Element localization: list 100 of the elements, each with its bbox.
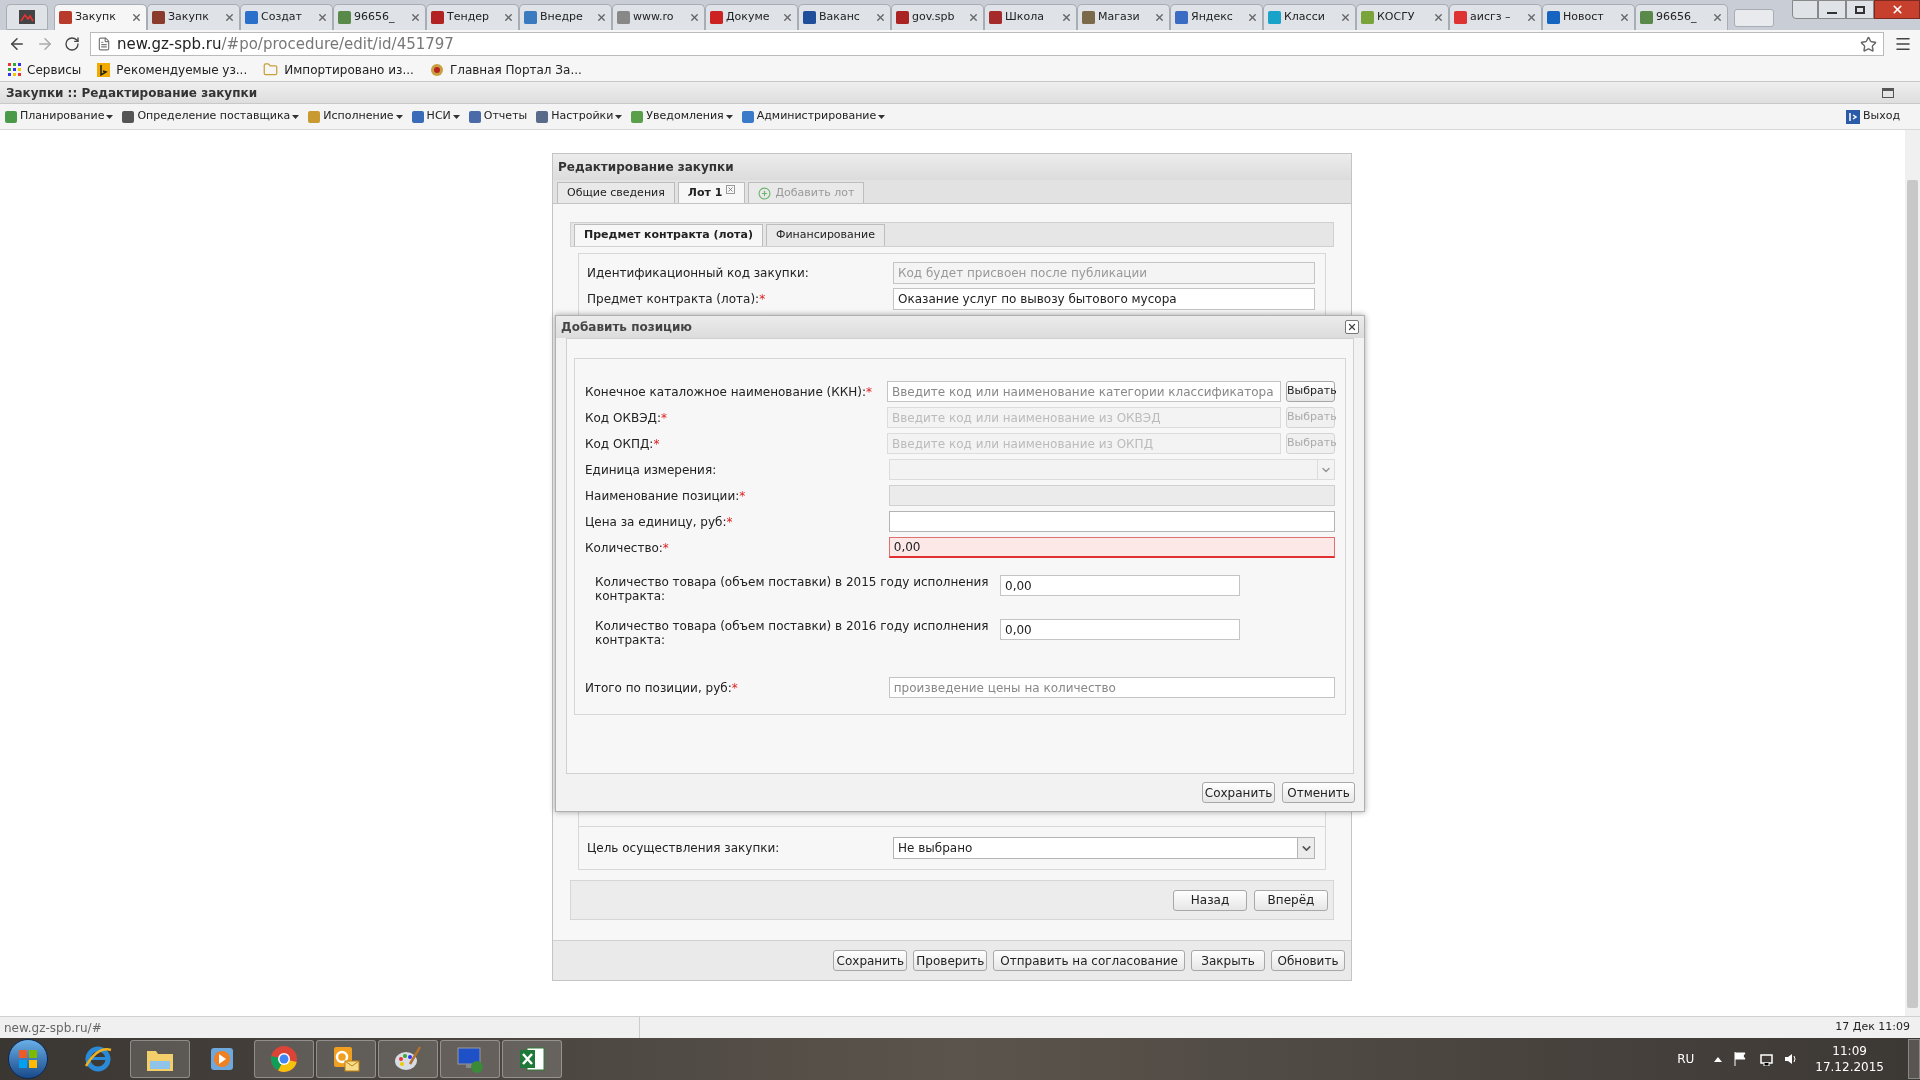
close-icon[interactable]: [1712, 12, 1723, 23]
browser-tab[interactable]: Докуме: [705, 4, 798, 30]
mail-icon[interactable]: [331, 1044, 361, 1074]
browser-tab[interactable]: аисгз –: [1449, 4, 1542, 30]
start-button[interactable]: [8, 1039, 48, 1079]
speaker-icon[interactable]: [1785, 1053, 1798, 1065]
browser-tab[interactable]: Создат: [240, 4, 333, 30]
browser-tab[interactable]: Магази: [1077, 4, 1170, 30]
bookmark-item[interactable]: Главная Портал За...: [429, 60, 582, 79]
close-icon[interactable]: [875, 12, 886, 23]
spreadsheet-icon[interactable]: [517, 1044, 547, 1074]
section-tab[interactable]: Предмет контракта (лота): [574, 224, 763, 246]
browser-icon[interactable]: [83, 1044, 113, 1074]
total-field[interactable]: произведение цены на количество: [888, 677, 1335, 698]
chrome-icon[interactable]: [269, 1044, 299, 1074]
close-icon[interactable]: [596, 12, 607, 23]
browser-tab[interactable]: КОСГУ: [1356, 4, 1449, 30]
scrollbar[interactable]: [1905, 130, 1920, 1016]
panel-tab[interactable]: Общие сведения: [557, 182, 675, 203]
browser-tab[interactable]: Закупк: [54, 4, 147, 30]
menu-item[interactable]: Администрирование: [740, 108, 886, 125]
action-button[interactable]: Сохранить: [833, 950, 908, 971]
browser-tab[interactable]: gov.spb: [891, 4, 984, 30]
browser-tab[interactable]: 96656_: [1635, 4, 1728, 30]
menu-item[interactable]: Исполнение: [307, 108, 403, 125]
browser-tab[interactable]: Школа: [984, 4, 1077, 30]
reload-icon[interactable]: [64, 36, 80, 52]
play-icon[interactable]: [208, 1045, 236, 1073]
quantity-field[interactable]: 0,00: [1000, 619, 1240, 640]
browser-tab[interactable]: 96656_: [333, 4, 426, 30]
close-icon[interactable]: [317, 12, 328, 23]
close-icon[interactable]: [224, 12, 235, 23]
close-icon[interactable]: [1340, 12, 1351, 23]
close-icon[interactable]: [726, 185, 736, 194]
menu-item[interactable]: Планирование: [4, 108, 114, 125]
action-button[interactable]: Отправить на согласование: [993, 950, 1185, 971]
dialog-button[interactable]: Сохранить: [1202, 782, 1275, 803]
text-field[interactable]: [888, 511, 1335, 532]
close-icon[interactable]: [968, 12, 979, 23]
close-icon[interactable]: [131, 12, 142, 23]
browser-tab[interactable]: Ваканс: [798, 4, 891, 30]
close-icon[interactable]: [503, 12, 514, 23]
close-icon[interactable]: [782, 12, 793, 23]
menu-item[interactable]: Настройки: [535, 108, 623, 125]
menu-icon[interactable]: [1894, 35, 1912, 53]
tray-arrow-icon[interactable]: [1714, 1056, 1723, 1062]
nav-button[interactable]: Назад: [1173, 889, 1247, 911]
browser-tab[interactable]: Яндекс: [1170, 4, 1263, 30]
text-field[interactable]: Код будет присвоен после публикации: [893, 262, 1315, 284]
choose-button[interactable]: Выбрать: [1286, 381, 1335, 402]
close-icon[interactable]: [1247, 12, 1258, 23]
purpose-select[interactable]: Не выбрано: [893, 837, 1315, 859]
action-button[interactable]: Закрыть: [1191, 950, 1265, 971]
taskbar-button[interactable]: [130, 1040, 190, 1078]
close-icon[interactable]: [1061, 12, 1072, 23]
clock[interactable]: 11:09 17.12.2015: [1815, 1043, 1884, 1075]
close-button[interactable]: [1345, 320, 1359, 334]
taskbar-button[interactable]: [254, 1040, 314, 1078]
text-field[interactable]: 0,00: [888, 537, 1335, 558]
close-icon[interactable]: [410, 12, 421, 23]
browser-tab[interactable]: Новост: [1542, 4, 1635, 30]
section-tab[interactable]: Финансирование: [765, 224, 885, 246]
close-icon[interactable]: [1433, 12, 1444, 23]
lookup-field[interactable]: Введите код или наименование категории классификатора: [887, 381, 1281, 402]
close-icon[interactable]: [1619, 12, 1630, 23]
browser-tab[interactable]: Тендер: [426, 4, 519, 30]
browser-tab[interactable]: Класси: [1263, 4, 1356, 30]
browser-tab[interactable]: Закупк: [147, 4, 240, 30]
panel-tab[interactable]: Лот 1: [677, 182, 746, 203]
nav-button[interactable]: Вперёд: [1254, 889, 1328, 911]
close-icon[interactable]: [689, 12, 700, 23]
browser-tab[interactable]: Внедре: [519, 4, 612, 30]
bookmark-item[interactable]: Импортировано из...: [263, 60, 414, 79]
address-bar[interactable]: new.gz-spb.ru/#po/procedure/edit/id/451797: [90, 32, 1884, 56]
bookmark-item[interactable]: Сервисы: [8, 60, 82, 79]
action-button[interactable]: Проверить: [913, 950, 988, 971]
taskbar-button[interactable]: [378, 1040, 438, 1078]
dialog-button[interactable]: Отменить: [1282, 782, 1355, 803]
close-button[interactable]: [1874, 0, 1920, 19]
action-button[interactable]: Обновить: [1271, 950, 1345, 971]
text-field[interactable]: Оказание услуг по вывозу бытового мусора: [893, 288, 1315, 310]
pinned-tab[interactable]: [6, 4, 48, 30]
bookmark-item[interactable]: Рекомендуемые уз...: [97, 60, 248, 79]
menu-item[interactable]: Отчеты: [467, 108, 528, 125]
minimize-button[interactable]: [1818, 0, 1846, 19]
restore-button[interactable]: [1882, 87, 1894, 98]
menu-item[interactable]: НСИ: [410, 108, 460, 125]
maximize-button[interactable]: [1846, 0, 1874, 19]
menu-item[interactable]: Уведомления: [630, 108, 733, 125]
taskbar-button[interactable]: [502, 1040, 562, 1078]
close-icon[interactable]: [1526, 12, 1537, 23]
language-indicator[interactable]: RU: [1677, 1050, 1695, 1068]
network-icon[interactable]: [1758, 1052, 1774, 1066]
flag-icon[interactable]: [1734, 1052, 1747, 1066]
back-icon[interactable]: [8, 35, 26, 53]
bookmark-star-icon[interactable]: [1860, 35, 1877, 53]
taskbar-button[interactable]: [316, 1040, 376, 1078]
logout-button[interactable]: Выход: [1845, 108, 1900, 125]
close-icon[interactable]: [1154, 12, 1165, 23]
menu-item[interactable]: Определение поставщика: [121, 108, 300, 125]
